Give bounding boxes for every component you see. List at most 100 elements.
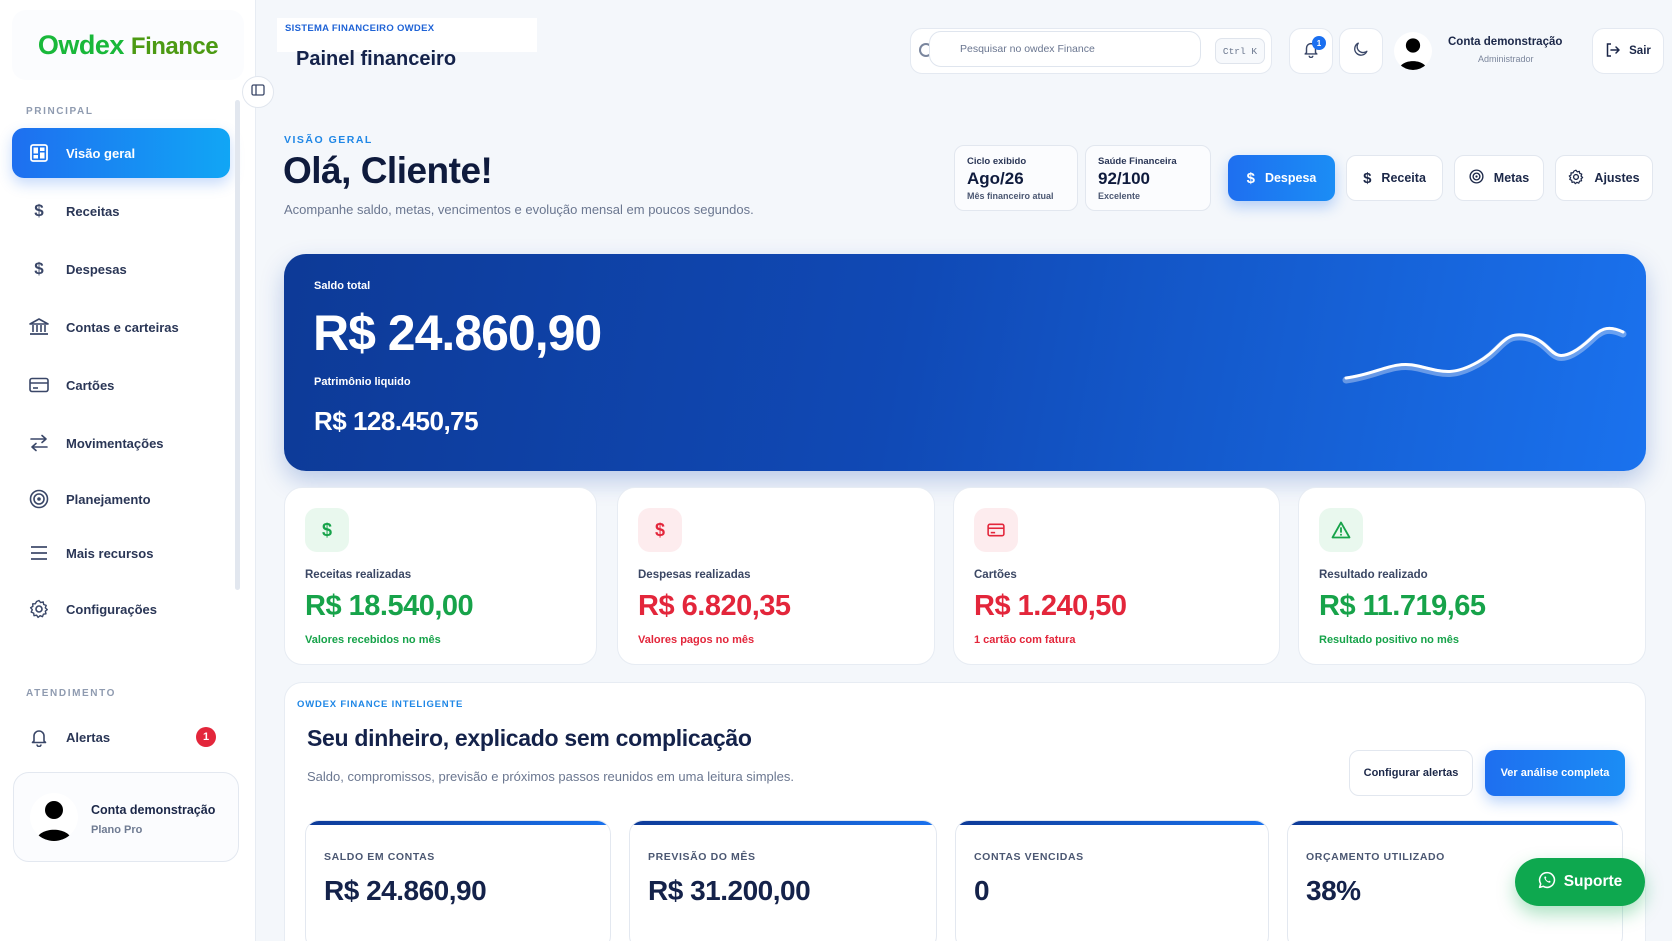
kpi-card-despesas[interactable]: $ Despesas realizadas R$ 6.820,35 Valore… xyxy=(617,487,935,665)
notification-count-badge: 1 xyxy=(1312,36,1326,50)
header-user-role: Administrador xyxy=(1478,54,1534,64)
sidebar-toggle-button[interactable] xyxy=(242,76,274,108)
kpi-card-resultado[interactable]: Resultado realizado R$ 11.719,65 Resulta… xyxy=(1298,487,1646,665)
target-icon xyxy=(28,488,50,510)
logout-label: Sair xyxy=(1629,45,1651,57)
logout-icon xyxy=(1605,42,1621,61)
sidebar-item-label: Despesas xyxy=(66,261,127,277)
support-label: Suporte xyxy=(1563,873,1623,890)
kpi-label: Despesas realizadas xyxy=(638,569,751,581)
logout-button[interactable]: Sair xyxy=(1592,28,1664,74)
support-whatsapp-button[interactable]: Suporte xyxy=(1515,858,1645,906)
header-user-menu[interactable]: Conta demonstração Administrador xyxy=(1392,28,1586,74)
sidebar-item-label: Cartões xyxy=(66,377,115,393)
sidebar-toggle-icon xyxy=(251,83,265,101)
sidebar-item-visao-geral[interactable]: Visão geral xyxy=(12,128,230,178)
sidebar-item-label: Configurações xyxy=(66,601,158,617)
summary-label: ORÇAMENTO UTILIZADO xyxy=(1306,851,1445,863)
summary-value: 38% xyxy=(1306,875,1361,906)
whatsapp-icon xyxy=(1538,871,1556,894)
net-worth-label: Patrimônio liquido xyxy=(314,376,411,388)
summary-value: 0 xyxy=(974,875,990,906)
page-title: Painel financeiro xyxy=(296,48,457,70)
settings-button[interactable]: Ajustes xyxy=(1555,155,1653,201)
new-income-button[interactable]: $ Receita xyxy=(1346,155,1443,201)
sidebar-item-receitas[interactable]: $ Receitas xyxy=(12,186,230,236)
total-balance-label: Saldo total xyxy=(314,280,371,292)
sidebar-item-configuracoes[interactable]: Configurações xyxy=(12,584,230,634)
kpi-sub: Valores recebidos no mês xyxy=(305,634,441,646)
summary-card-accent xyxy=(956,821,1268,825)
sidebar-item-cartoes[interactable]: Cartões xyxy=(12,360,230,410)
smart-title: Seu dinheiro, explicado sem complicação xyxy=(307,725,752,751)
sidebar-item-movimentacoes[interactable]: Movimentações xyxy=(12,418,230,468)
header-system-tag: SISTEMA FINANCEIRO OWDEX xyxy=(277,18,537,52)
greeting-subtitle: Acompanhe saldo, metas, vencimentos e ev… xyxy=(284,202,754,217)
summary-card-saldo: SALDO EM CONTAS R$ 24.860,90 xyxy=(305,820,611,941)
health-label: Saúde Financeira xyxy=(1098,156,1177,167)
section-label-atendimento: ATENDIMENTO xyxy=(26,688,117,699)
sidebar-item-label: Movimentações xyxy=(66,435,164,451)
new-expense-button[interactable]: $ Despesa xyxy=(1228,155,1335,201)
smart-eyebrow: OWDEX FINANCE INTELIGENTE xyxy=(297,699,464,710)
bell-icon xyxy=(28,726,50,748)
smart-subtitle: Saldo, compromissos, previsão e próximos… xyxy=(307,769,794,784)
summary-card-accent xyxy=(630,821,936,825)
configure-alerts-button[interactable]: Configurar alertas xyxy=(1349,750,1473,796)
summary-label: PREVISÃO DO MÊS xyxy=(648,851,756,863)
kpi-card-receitas[interactable]: $ Receitas realizadas R$ 18.540,00 Valor… xyxy=(284,487,597,665)
new-income-label: Receita xyxy=(1381,171,1426,185)
search-input[interactable] xyxy=(929,31,1201,67)
sidebar-item-alertas[interactable]: Alertas 1 xyxy=(12,712,230,762)
summary-card-accent xyxy=(306,821,610,825)
sidebar-item-label: Visão geral xyxy=(66,145,136,161)
cycle-label: Ciclo exibido xyxy=(967,156,1027,167)
gear-icon xyxy=(28,598,50,620)
avatar xyxy=(1394,32,1432,70)
cycle-value: Ago/26 xyxy=(967,169,1024,188)
gear-icon xyxy=(1568,169,1584,188)
transfer-icon xyxy=(28,432,50,454)
sidebar-item-label: Contas e carteiras xyxy=(66,319,179,335)
logo-text-finance: Finance xyxy=(130,32,219,60)
avatar xyxy=(30,793,78,841)
summary-value: R$ 24.860,90 xyxy=(324,875,487,906)
notifications-button[interactable]: 1 xyxy=(1289,28,1333,74)
summary-value: R$ 31.200,00 xyxy=(648,875,811,906)
sidebar-item-planejamento[interactable]: Planejamento xyxy=(12,474,230,524)
sidebar-item-mais-recursos[interactable]: Mais recursos xyxy=(12,528,230,578)
dashboard-icon xyxy=(28,142,50,164)
target-icon xyxy=(1469,169,1484,187)
dollar-icon: $ xyxy=(34,201,44,220)
search-bar: Ctrl K xyxy=(910,28,1272,74)
dollar-icon: $ xyxy=(638,508,682,552)
alerts-count-badge: 1 xyxy=(196,727,216,747)
goals-label: Metas xyxy=(1493,171,1530,185)
cycle-chip: Ciclo exibido Ago/26 Mês financeiro atua… xyxy=(954,145,1078,211)
kpi-value: R$ 11.719,65 xyxy=(1319,590,1486,622)
summary-label: CONTAS VENCIDAS xyxy=(974,851,1084,863)
sidebar-item-despesas[interactable]: $ Despesas xyxy=(12,244,230,294)
sidebar-user-card[interactable]: Conta demonstração Plano Pro xyxy=(13,772,239,862)
kpi-value: R$ 6.820,35 xyxy=(638,590,791,622)
sidebar-user-plan: Plano Pro xyxy=(91,824,143,836)
logo-box[interactable]: Owdex Finance xyxy=(12,10,244,80)
kpi-card-cartoes[interactable]: Cartões R$ 1.240,50 1 cartão com fatura xyxy=(953,487,1280,665)
full-analysis-button[interactable]: Ver análise completa xyxy=(1485,750,1625,796)
health-chip: Saúde Financeira 92/100 Excelente xyxy=(1085,145,1211,211)
sidebar-item-contas-carteiras[interactable]: Contas e carteiras xyxy=(12,302,230,352)
dollar-icon: $ xyxy=(1363,169,1372,187)
health-value: 92/100 xyxy=(1098,169,1150,188)
sidebar-item-label: Planejamento xyxy=(66,491,151,507)
logo-text-owdex: Owdex xyxy=(37,29,125,60)
theme-toggle-button[interactable] xyxy=(1339,28,1383,74)
sidebar-item-label: Alertas xyxy=(66,729,111,745)
kpi-label: Cartões xyxy=(974,569,1017,581)
dollar-icon: $ xyxy=(305,508,349,552)
total-balance-value: R$ 24.860,90 xyxy=(313,305,602,361)
goals-button[interactable]: Metas xyxy=(1454,155,1544,201)
moon-icon xyxy=(1352,40,1370,63)
new-expense-label: Despesa xyxy=(1264,171,1317,185)
sidebar-scrollbar[interactable] xyxy=(235,100,240,590)
kpi-sub: 1 cartão com fatura xyxy=(974,634,1076,646)
